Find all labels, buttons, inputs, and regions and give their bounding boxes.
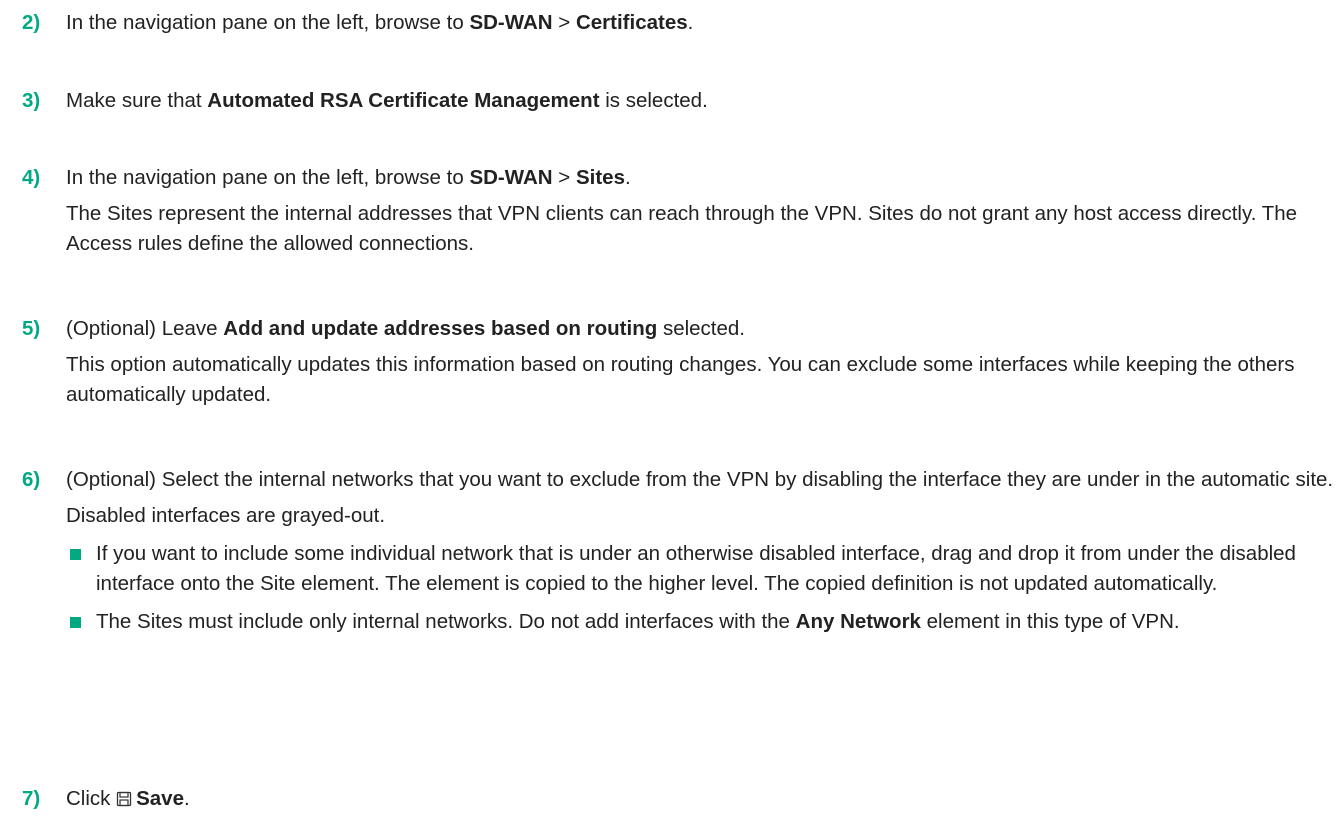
step-text: (Optional) Select the internal networks …	[66, 465, 1343, 637]
any-network-element: Any Network	[795, 610, 921, 633]
save-label: Save	[136, 787, 184, 810]
instruction-text: In the navigation pane on the left, brow…	[66, 166, 470, 189]
option-add-update-addresses: Add and update addresses based on routin…	[223, 317, 658, 340]
step-text: In the navigation pane on the left, brow…	[66, 8, 1343, 38]
list-item-text: The Sites must include only internal net…	[96, 610, 796, 633]
bullet-square-icon	[70, 617, 81, 628]
step-number: 4)	[22, 166, 41, 189]
step-7: 7) Click Save.	[22, 784, 1343, 816]
menu-path-sites: Sites	[575, 166, 625, 189]
path-separator: >	[552, 166, 576, 189]
step-text: Make sure that Automated RSA Certificate…	[66, 86, 1343, 116]
instruction-end: .	[184, 787, 190, 810]
step-text: (Optional) Leave Add and update addresse…	[66, 314, 1343, 410]
instruction-end: .	[687, 11, 694, 34]
step-6: 6) (Optional) Select the internal networ…	[22, 465, 1343, 637]
instruction-text: In the navigation pane on the left, brow…	[66, 11, 470, 34]
step-text: In the navigation pane on the left, brow…	[66, 163, 1343, 259]
step-description: This option automatically updates this i…	[66, 353, 1295, 406]
menu-path-sdwan: SD-WAN	[469, 11, 553, 34]
step-number: 5)	[22, 317, 41, 340]
list-item-text-end: element in this type of VPN.	[920, 610, 1180, 633]
step-number: 2)	[22, 11, 41, 34]
step-5: 5) (Optional) Leave Add and update addre…	[22, 314, 1343, 410]
step-number: 3)	[22, 89, 41, 112]
instruction-text: (Optional) Select the internal networks …	[66, 468, 1334, 491]
step-description: Disabled interfaces are grayed-out.	[66, 504, 386, 527]
bullet-square-icon	[70, 549, 81, 560]
step-number: 7)	[22, 787, 41, 810]
instruction-text: Click	[66, 787, 117, 810]
instruction-end: is selected.	[599, 89, 708, 112]
list-item: The Sites must include only internal net…	[66, 607, 1343, 637]
menu-path-certificates: Certificates	[575, 11, 688, 34]
path-separator: >	[552, 11, 576, 34]
step-number: 6)	[22, 468, 41, 491]
step-4: 4) In the navigation pane on the left, b…	[22, 163, 1343, 259]
step-text: Click Save.	[66, 784, 1343, 816]
instruction-end: .	[624, 166, 631, 189]
instruction-end: selected.	[657, 317, 745, 340]
instruction-text: (Optional) Leave	[66, 317, 224, 340]
list-item-text: If you want to include some individual n…	[96, 542, 1296, 595]
option-automated-rsa: Automated RSA Certificate Management	[207, 89, 600, 112]
menu-path-sdwan: SD-WAN	[469, 166, 553, 189]
list-item: If you want to include some individual n…	[66, 539, 1343, 599]
step-2: 2) In the navigation pane on the left, b…	[22, 8, 1343, 38]
step-description: The Sites represent the internal address…	[66, 202, 1298, 255]
instruction-text: Make sure that	[66, 89, 208, 112]
step-3: 3) Make sure that Automated RSA Certific…	[22, 86, 1343, 116]
